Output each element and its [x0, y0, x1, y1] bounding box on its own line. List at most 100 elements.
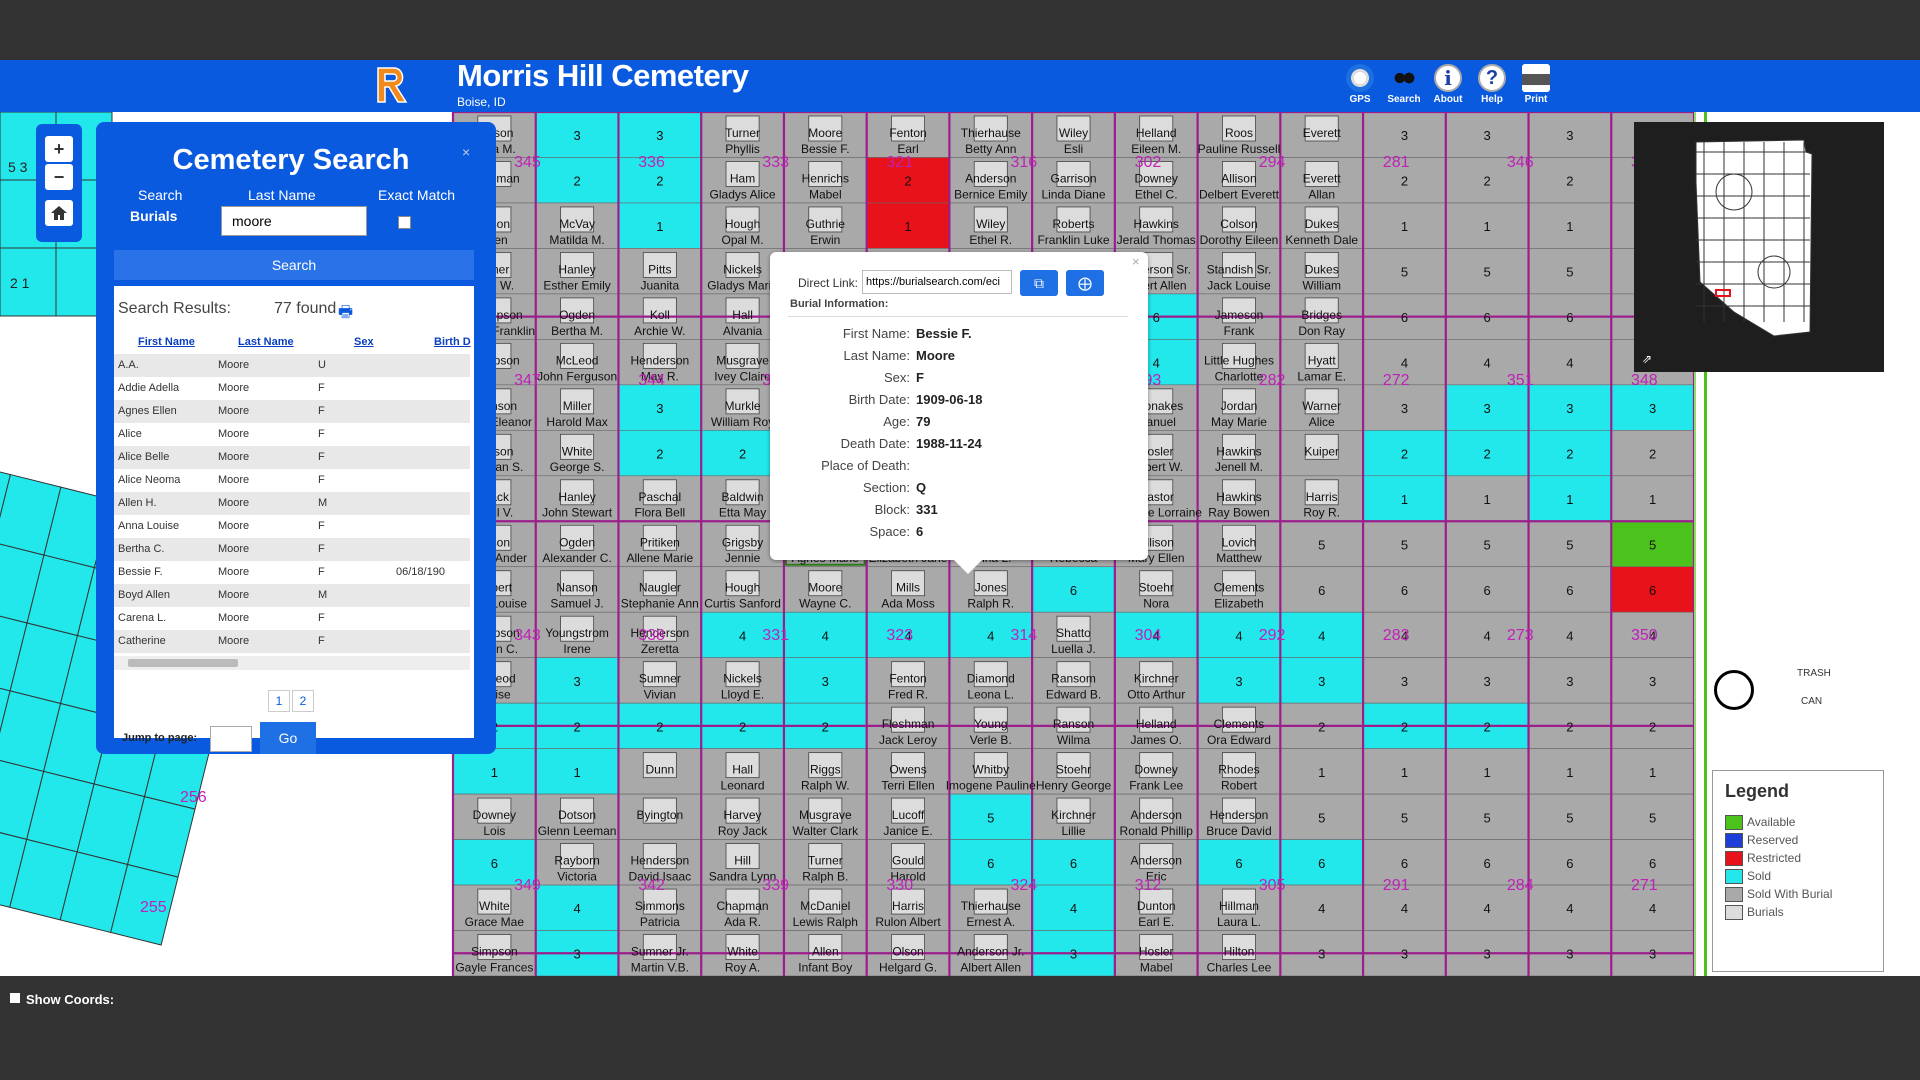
grave-given-name: Bruce David	[1206, 824, 1271, 838]
search-button[interactable]: Search	[114, 250, 474, 280]
grave-surname: Mills	[896, 581, 920, 595]
grave-given-name: May Marie	[1211, 415, 1267, 429]
plot-number: 2	[1318, 719, 1325, 734]
table-cell: Bessie F.	[118, 566, 163, 578]
table-row[interactable]: Anna Louise Moore F	[114, 515, 470, 538]
plot-number: 2	[573, 174, 580, 189]
table-row[interactable]: Bessie F. Moore F 06/18/190	[114, 561, 470, 584]
table-cell: U	[318, 359, 326, 371]
grave-surname: Koll	[650, 308, 670, 322]
grave-given-name: Ethel C.	[1135, 187, 1178, 201]
plot-number: 3	[1484, 674, 1491, 689]
search-panel-close-button[interactable]: ×	[462, 144, 470, 160]
show-coords-label: Show Coords:	[26, 992, 115, 1007]
jump-to-page-input[interactable]	[210, 726, 252, 752]
table-row[interactable]: Catherine Moore F	[114, 630, 470, 653]
grave-surname: Guthrie	[806, 217, 846, 231]
about-button[interactable]: i About	[1428, 64, 1468, 110]
overview-minimap[interactable]: ⇗	[1634, 122, 1884, 372]
column-sex[interactable]: Sex	[354, 336, 374, 348]
table-row[interactable]: Alice Neoma Moore F	[114, 469, 470, 492]
table-row[interactable]: Boyd Allen Moore M	[114, 584, 470, 607]
plot-number: 6	[1484, 856, 1491, 871]
table-row[interactable]: Allen H. Moore M	[114, 492, 470, 515]
go-button[interactable]: Go	[260, 722, 316, 754]
table-cell: Boyd Allen	[118, 589, 170, 601]
legend-swatch	[1725, 815, 1743, 831]
burial-field-label: Death Date:	[840, 436, 910, 451]
table-row[interactable]: Agnes Ellen Moore F	[114, 400, 470, 423]
column-first-name[interactable]: First Name	[138, 336, 195, 348]
grave-surname: Hough	[725, 581, 760, 595]
search-type-burials[interactable]: Burials	[130, 208, 177, 224]
plot-number: 2	[739, 447, 746, 462]
plot-number: 2	[1401, 719, 1408, 734]
search-toolbar-button[interactable]: Search	[1384, 64, 1424, 110]
plot-number: 4	[739, 628, 746, 643]
grave-surname: Jordan	[1221, 399, 1258, 413]
plot-number: 4	[1649, 901, 1656, 916]
popup-close-button[interactable]: ×	[1132, 254, 1140, 269]
table-cell: Moore	[218, 589, 250, 601]
column-last-name[interactable]: Last Name	[238, 336, 294, 348]
grave-surname: Baldwin	[722, 490, 764, 504]
grave-surname: Sumner	[639, 672, 681, 686]
plot-number: 5	[1318, 810, 1325, 825]
grave-given-name: Allan	[1308, 187, 1335, 201]
grave-given-name: Leona L.	[967, 688, 1014, 702]
grave-surname: Harris	[892, 899, 924, 913]
grave-given-name: Alexander C.	[542, 551, 611, 565]
grave-surname: Byington	[636, 808, 683, 822]
block-number: 324	[1011, 877, 1038, 894]
grave-surname: Young	[974, 717, 1008, 731]
home-button[interactable]	[45, 200, 73, 226]
grave-surname: Turner	[725, 126, 760, 140]
page-1-button[interactable]: 1	[268, 690, 290, 712]
table-row[interactable]: Alice Belle Moore F	[114, 446, 470, 469]
table-row[interactable]: Addie Adella Moore F	[114, 377, 470, 400]
zoom-out-button[interactable]: −	[45, 164, 73, 190]
table-cell: Moore	[218, 612, 250, 624]
grave-surname: Stoehr	[1139, 581, 1174, 595]
help-button[interactable]: ? Help	[1472, 64, 1512, 110]
grave-given-name: Ralph R.	[967, 597, 1014, 611]
plot-number: 3	[1566, 674, 1573, 689]
column-birth-date[interactable]: Birth D	[434, 336, 471, 348]
table-row[interactable]: Carena L. Moore F	[114, 607, 470, 630]
print-results-icon[interactable]: 🖶	[338, 301, 353, 328]
table-row[interactable]: A.A. Moore U	[114, 354, 470, 377]
direct-link-input[interactable]	[862, 270, 1012, 294]
plot-number: 5	[1566, 810, 1573, 825]
compass-icon	[1346, 64, 1374, 92]
show-coords-checkbox[interactable]	[10, 993, 20, 1003]
page-2-button[interactable]: 2	[292, 690, 314, 712]
grave-surname: Henderson	[630, 854, 689, 868]
table-row[interactable]: Bertha C. Moore F	[114, 538, 470, 561]
last-name-input[interactable]	[221, 206, 367, 236]
horizontal-scrollbar[interactable]	[114, 656, 470, 670]
grave-given-name: Gayle Frances	[455, 960, 533, 974]
grave-surname: Ogden	[559, 308, 595, 322]
grave-given-name: Victoria	[557, 870, 597, 884]
grave-given-name: Mabel	[809, 187, 842, 201]
zoom-in-button[interactable]: +	[45, 136, 73, 162]
print-button[interactable]: Print	[1516, 64, 1556, 110]
grave-surname: White	[562, 444, 593, 458]
grave-given-name: Rulon Albert	[875, 915, 941, 929]
grave-given-name: Ray Bowen	[1208, 506, 1269, 520]
table-cell: A.A.	[118, 359, 139, 371]
app-header	[0, 60, 1920, 112]
grave-given-name: Luella J.	[1051, 642, 1096, 656]
gps-button[interactable]: GPS	[1340, 64, 1380, 110]
legend-swatch	[1725, 869, 1743, 885]
grave-given-name: Archie W.	[634, 324, 685, 338]
table-cell: M	[318, 497, 328, 509]
grave-surname: Ham	[730, 171, 755, 185]
navigate-button[interactable]: ⨁	[1066, 270, 1104, 296]
expand-minimap-icon[interactable]: ⇗	[1642, 352, 1652, 366]
table-cell: F	[318, 405, 325, 417]
exact-match-checkbox[interactable]	[398, 216, 411, 229]
plot-number: 5 3	[8, 159, 28, 175]
copy-link-button[interactable]: ⧉	[1020, 270, 1058, 296]
table-row[interactable]: Alice Moore F	[114, 423, 470, 446]
